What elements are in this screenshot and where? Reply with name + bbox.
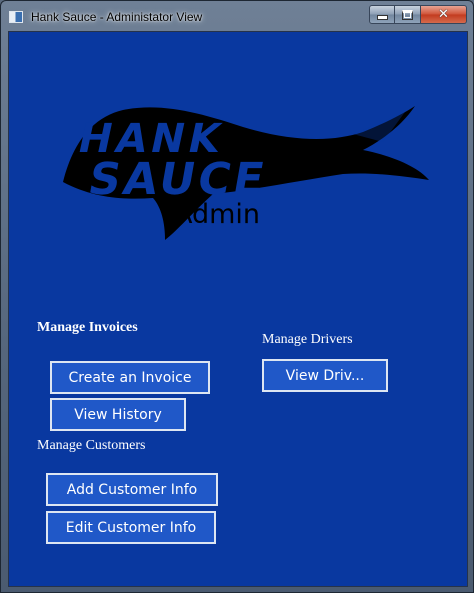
create-invoice-button[interactable]: Create an Invoice [50, 361, 210, 394]
close-icon: ✕ [438, 7, 449, 22]
admin-label: Admin [174, 199, 261, 230]
app-window: Hank Sauce - Administator View ✕ HANK SA… [0, 0, 474, 593]
minimize-button[interactable] [369, 5, 395, 24]
manage-customers-label: Manage Customers [37, 438, 146, 453]
close-button[interactable]: ✕ [421, 5, 467, 24]
main-panel: HANK SAUCE Admin Manage Invoices Manage … [8, 31, 468, 587]
view-history-button[interactable]: View History [50, 398, 186, 431]
app-window-icon[interactable] [9, 11, 23, 23]
logo-text-sauce: SAUCE [85, 154, 271, 205]
view-drivers-button[interactable]: View Driv... [262, 359, 388, 392]
manage-invoices-label: Manage Invoices [37, 320, 138, 335]
caption-buttons: ✕ [369, 5, 467, 24]
title-bar[interactable]: Hank Sauce - Administator View ✕ [1, 1, 473, 31]
window-title: Hank Sauce - Administator View [31, 10, 203, 24]
manage-drivers-label: Manage Drivers [262, 332, 353, 347]
maximize-button[interactable] [395, 5, 421, 24]
edit-customer-info-button[interactable]: Edit Customer Info [46, 511, 216, 544]
add-customer-info-button[interactable]: Add Customer Info [46, 473, 218, 506]
minimize-icon [376, 15, 388, 20]
maximize-icon [402, 9, 413, 20]
